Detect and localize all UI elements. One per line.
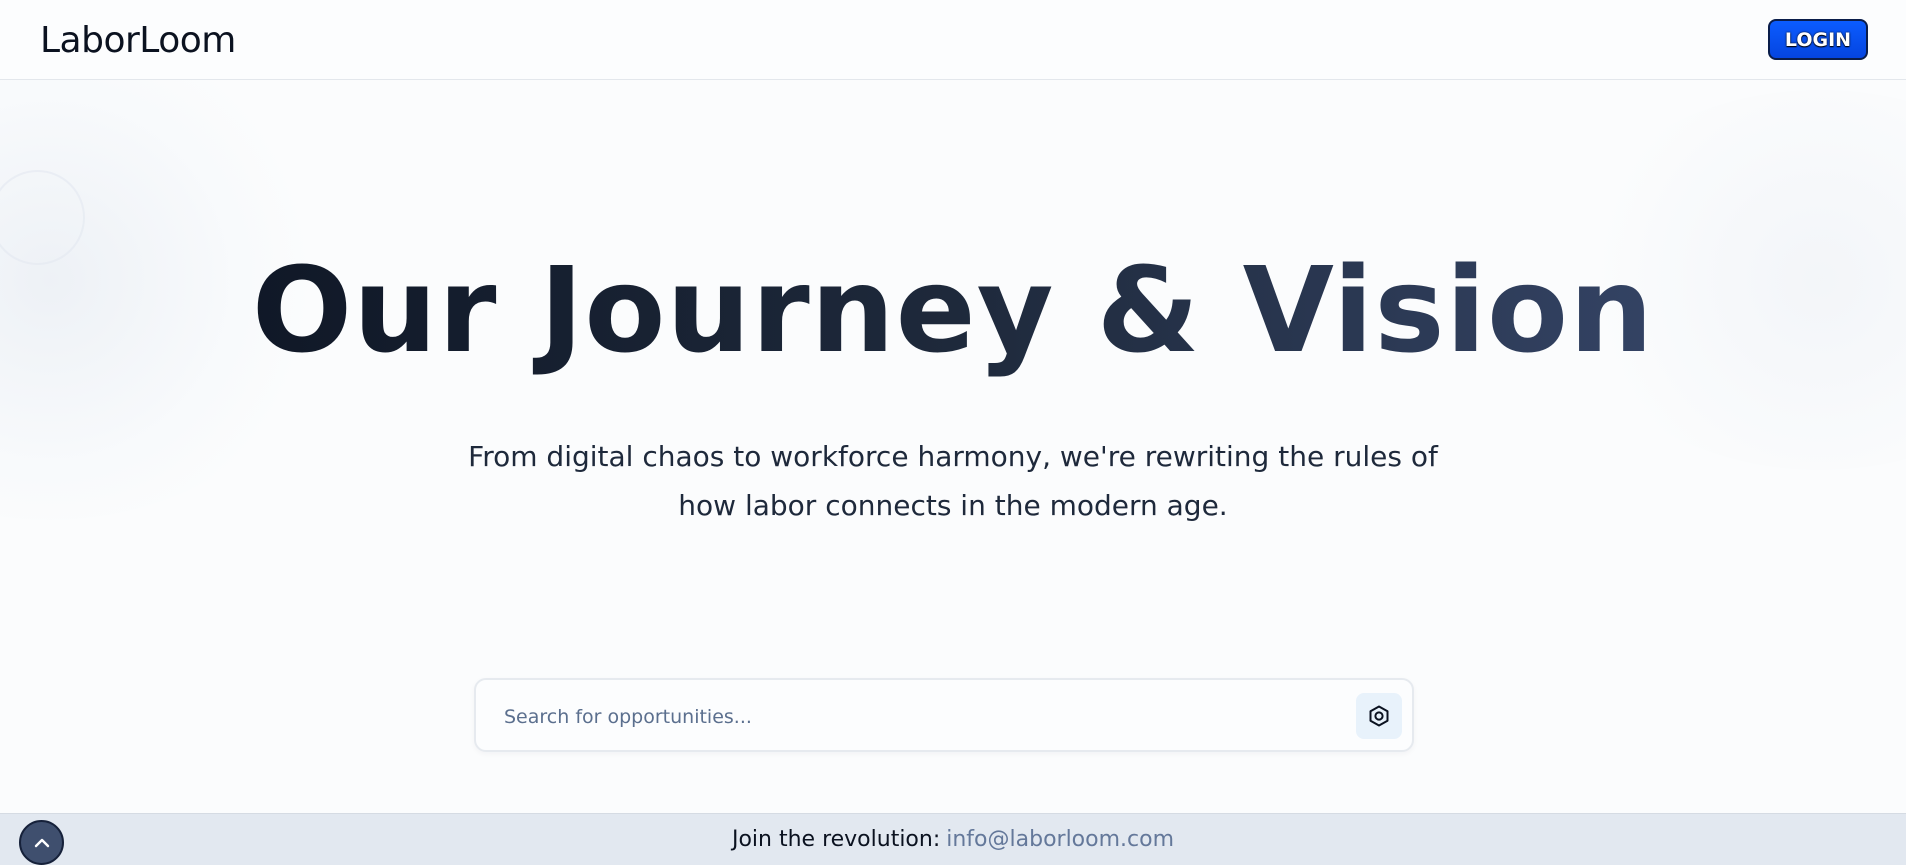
hero-title: Our Journey & Vision — [0, 240, 1906, 380]
search-input[interactable] — [504, 700, 1324, 734]
footer-text: Join the revolution: — [731, 827, 941, 852]
search-bar — [474, 678, 1414, 752]
login-button[interactable]: LOGIN — [1768, 19, 1868, 60]
hero-subtitle: From digital chaos to workforce harmony,… — [453, 432, 1453, 530]
hero-subtitle-line-1: From digital chaos to workforce harmony,… — [468, 440, 1438, 473]
footer: Join the revolution: info@laborloom.com — [0, 813, 1906, 865]
scroll-to-top-button[interactable] — [19, 820, 64, 865]
top-navbar: LaborLoom LOGIN — [0, 0, 1906, 80]
page: LaborLoom LOGIN Our Journey & Vision Fro… — [0, 0, 1906, 865]
hero-subtitle-line-2: how labor connects in the modern age. — [678, 489, 1228, 522]
chevron-up-icon — [34, 838, 49, 847]
hexagon-settings-icon — [1369, 705, 1389, 727]
brand-logo[interactable]: LaborLoom — [40, 20, 236, 61]
search-button[interactable] — [1356, 693, 1402, 739]
footer-email-link[interactable]: info@laborloom.com — [946, 827, 1174, 852]
